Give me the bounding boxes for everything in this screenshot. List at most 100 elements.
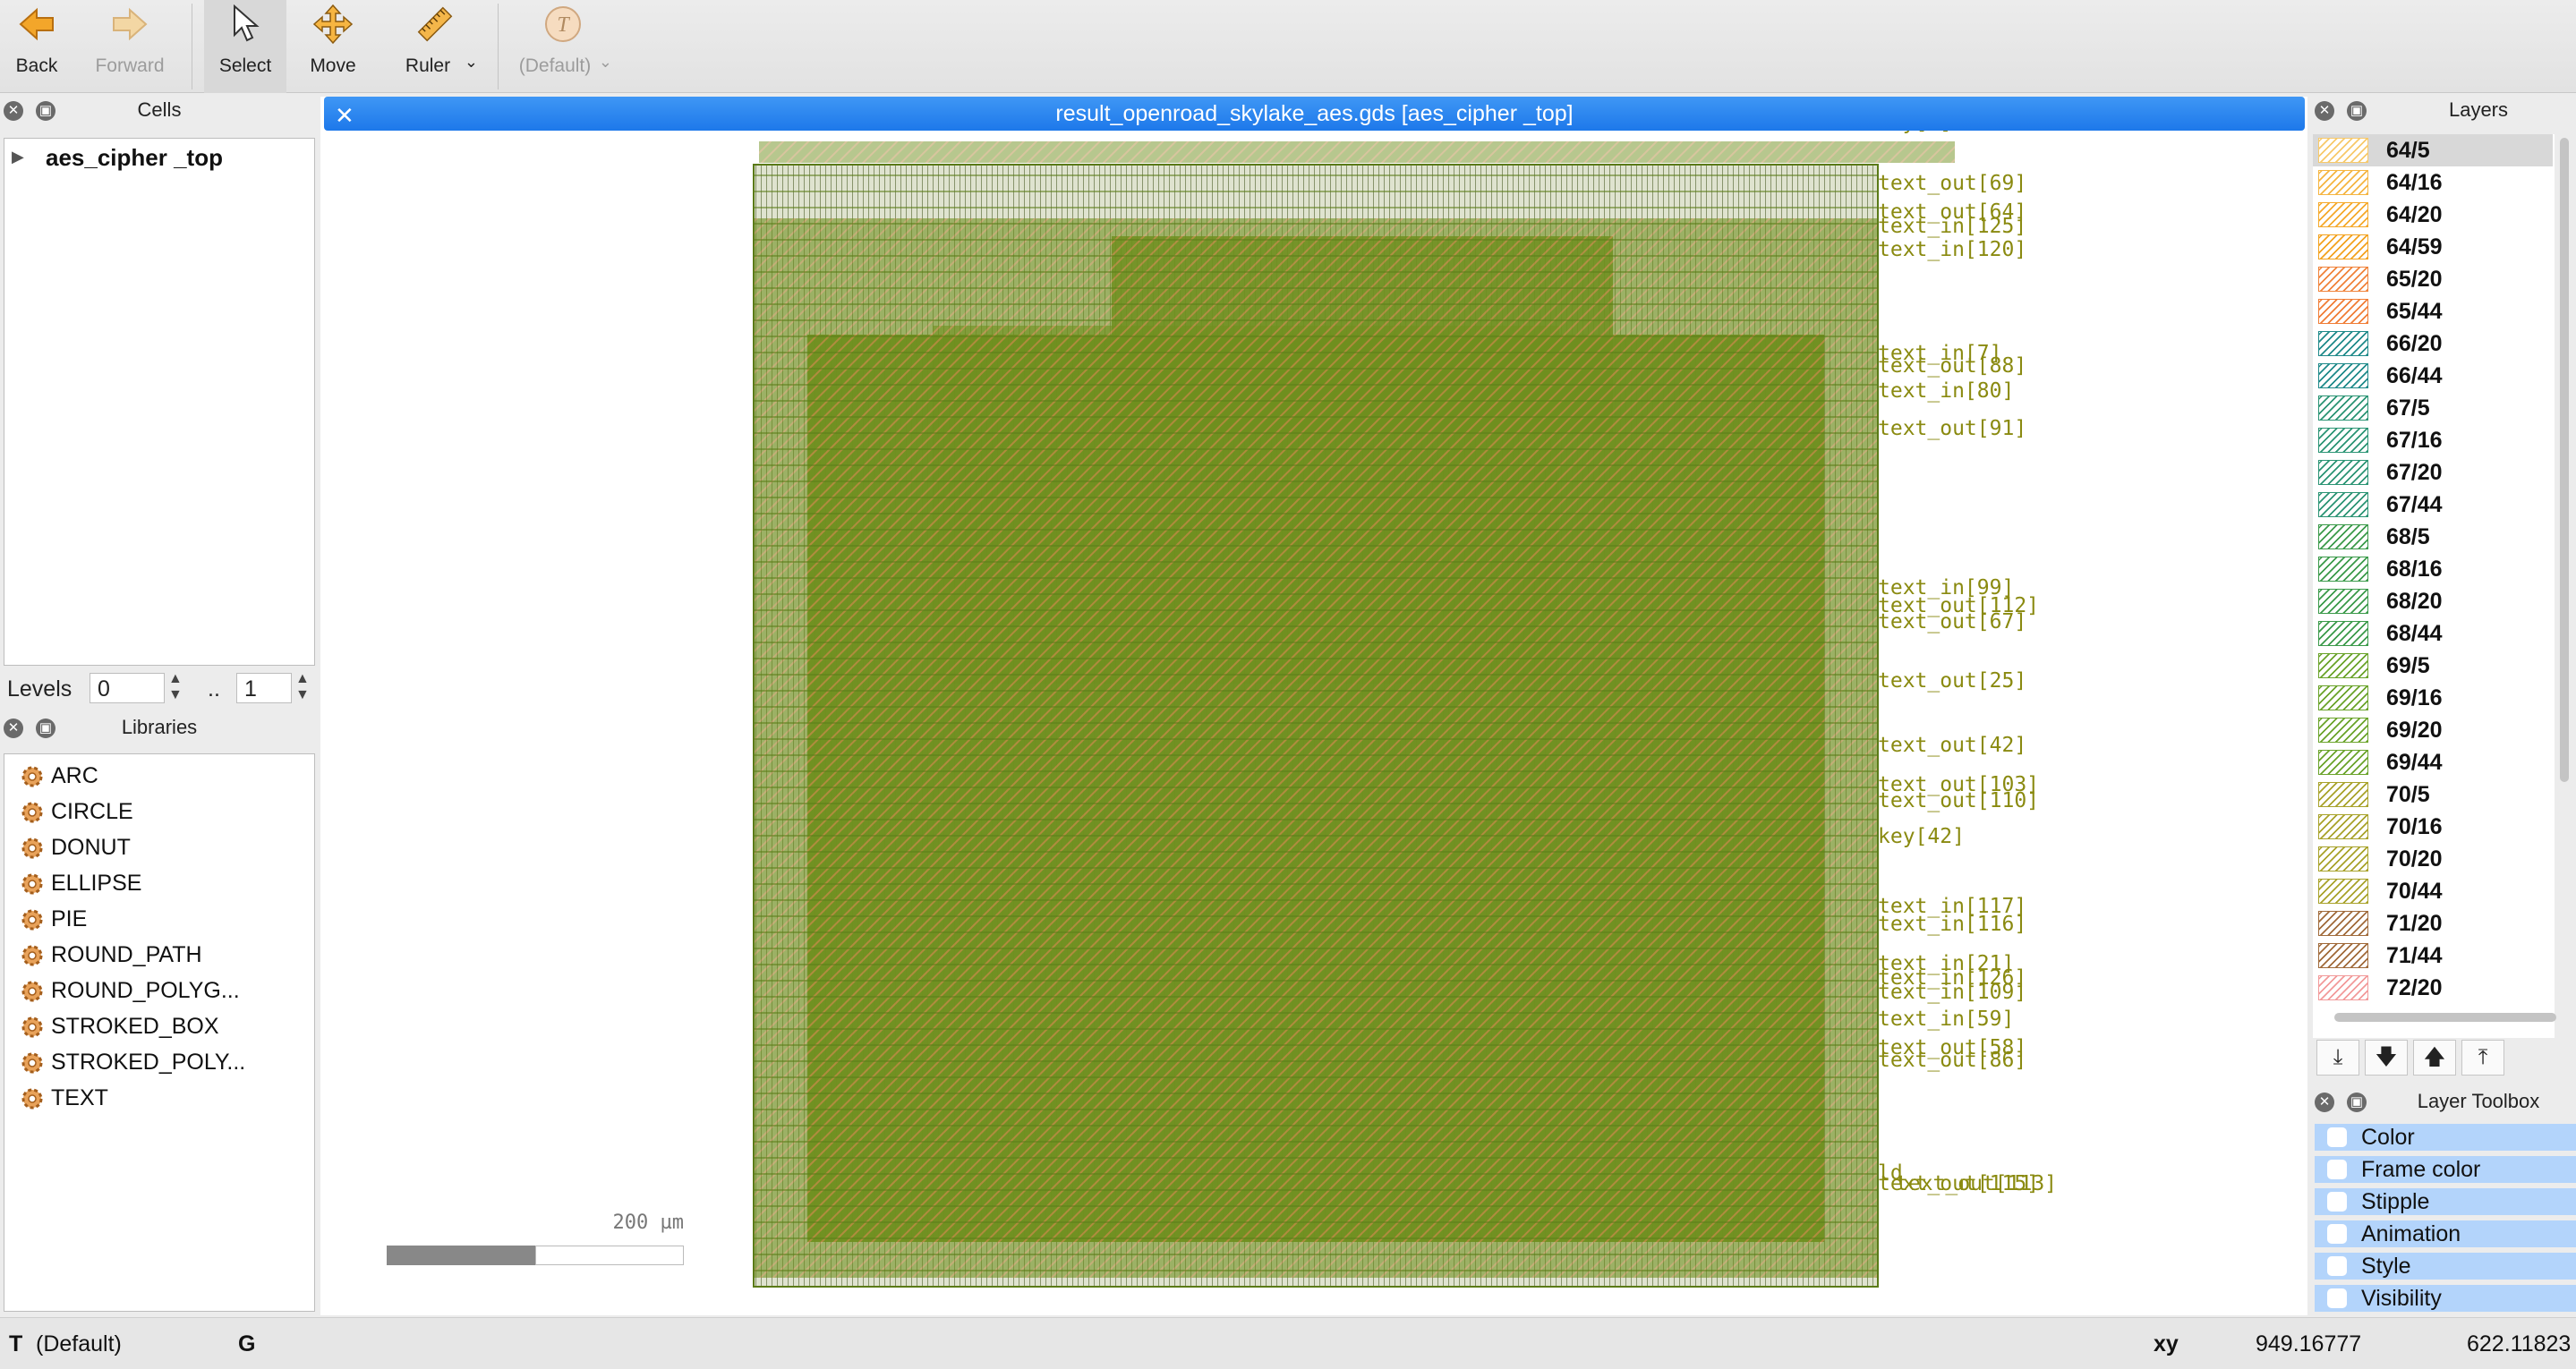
- layer-row[interactable]: 64/20: [2313, 199, 2553, 231]
- move-up-button[interactable]: 🡅: [2413, 1040, 2456, 1076]
- layer-row[interactable]: 68/5: [2313, 521, 2553, 553]
- move-to-top-button[interactable]: ⤒: [2461, 1040, 2504, 1076]
- layer-row[interactable]: 66/44: [2313, 360, 2553, 392]
- layer-row[interactable]: 67/44: [2313, 489, 2553, 521]
- move-arrows-icon: [312, 4, 354, 45]
- pin-label: text_out[88]: [1878, 354, 2027, 378]
- layer-swatch: [2318, 202, 2368, 227]
- toolbox-row[interactable]: Color: [2315, 1124, 2576, 1152]
- library-item[interactable]: TEXT: [21, 1080, 108, 1116]
- layer-row[interactable]: 69/20: [2313, 714, 2553, 746]
- layer-row[interactable]: 67/20: [2313, 456, 2553, 489]
- layer-row[interactable]: 69/16: [2313, 682, 2553, 714]
- ruler-tool-button[interactable]: Ruler ⌄: [394, 0, 478, 93]
- library-item[interactable]: ROUND_POLYG...: [21, 973, 240, 1008]
- library-item[interactable]: STROKED_POLY...: [21, 1044, 245, 1080]
- library-item[interactable]: ELLIPSE: [21, 865, 141, 901]
- scrollbar-thumb[interactable]: [2560, 138, 2569, 782]
- layer-row[interactable]: 71/20: [2313, 907, 2553, 940]
- library-list[interactable]: ARC CIRCLE DONUT ELLIPSE PIE ROUND_PATH ROUND_…: [4, 753, 315, 1312]
- layout-canvas[interactable]: key[8]text_out[69]text_out[64]text_in[12…: [320, 97, 2307, 1315]
- library-item-label: DONUT: [51, 834, 131, 860]
- layer-row[interactable]: 65/44: [2313, 295, 2553, 327]
- library-item[interactable]: PIE: [21, 901, 88, 937]
- back-button[interactable]: Back: [9, 0, 64, 93]
- layer-row[interactable]: 64/59: [2313, 231, 2553, 263]
- checkbox[interactable]: [2327, 1256, 2347, 1276]
- layer-row[interactable]: 71/44: [2313, 940, 2553, 972]
- float-panel-icon[interactable]: ▣: [2347, 101, 2367, 121]
- layer-row[interactable]: 70/16: [2313, 811, 2553, 843]
- pin-label: text_in[120]: [1878, 238, 2027, 261]
- library-item[interactable]: CIRCLE: [21, 794, 133, 829]
- checkbox[interactable]: [2327, 1127, 2347, 1147]
- layer-row[interactable]: 69/44: [2313, 746, 2553, 778]
- toolbox-row[interactable]: Visibility: [2315, 1285, 2576, 1314]
- select-tool-button[interactable]: Select: [204, 0, 286, 93]
- cell-tree-item[interactable]: aes_cipher _top: [46, 144, 223, 172]
- layer-row[interactable]: 68/44: [2313, 617, 2553, 650]
- library-item[interactable]: ARC: [21, 758, 98, 794]
- spin-arrows-icon[interactable]: ▲ ▼: [168, 671, 183, 703]
- chevron-down-icon[interactable]: ⌄: [599, 53, 612, 72]
- layer-row[interactable]: 67/16: [2313, 424, 2553, 456]
- scale-bar-dark: [387, 1246, 535, 1265]
- layer-row[interactable]: 65/20: [2313, 263, 2553, 295]
- layer-row[interactable]: 68/16: [2313, 553, 2553, 585]
- forward-label: Forward: [95, 55, 165, 76]
- checkbox[interactable]: [2327, 1192, 2347, 1212]
- layer-row[interactable]: 64/16: [2313, 166, 2553, 199]
- layer-row[interactable]: 70/5: [2313, 778, 2553, 811]
- layer-name: 70/16: [2386, 813, 2443, 839]
- close-icon[interactable]: ✕: [2315, 101, 2334, 121]
- layer-list[interactable]: 64/5 64/16 64/20 64/59 65/20 65/44 66/20 66/44 6…: [2313, 134, 2555, 1038]
- close-tab-icon[interactable]: ✕: [335, 102, 354, 130]
- layer-row[interactable]: 70/44: [2313, 875, 2553, 907]
- layer-name: 70/5: [2386, 781, 2430, 807]
- layer-name: 68/44: [2386, 620, 2443, 646]
- gear-icon: [21, 944, 44, 967]
- layer-swatch: [2318, 492, 2368, 517]
- spin-arrows-icon[interactable]: ▲ ▼: [295, 671, 310, 703]
- move-down-button[interactable]: 🡇: [2365, 1040, 2408, 1076]
- pin-label: text_out[67]: [1878, 610, 2027, 633]
- library-item[interactable]: ROUND_PATH: [21, 937, 202, 973]
- checkbox[interactable]: [2327, 1160, 2347, 1179]
- layer-row[interactable]: 70/20: [2313, 843, 2553, 875]
- layer-row[interactable]: 72/20: [2313, 972, 2553, 1004]
- layer-name: 69/16: [2386, 684, 2443, 710]
- toolbox-row[interactable]: Animation: [2315, 1220, 2576, 1249]
- text-style-button[interactable]: T (Default) ⌄: [514, 0, 612, 93]
- layer-name: 65/44: [2386, 298, 2443, 324]
- layer-row[interactable]: 67/5: [2313, 392, 2553, 424]
- toolbox-row[interactable]: Frame color: [2315, 1156, 2576, 1185]
- expand-arrow-icon[interactable]: ▶: [12, 148, 24, 166]
- document-tab[interactable]: ✕ result_openroad_skylake_aes.gds [aes_c…: [324, 97, 2305, 131]
- levels-from-input[interactable]: 0: [90, 673, 165, 703]
- chevron-down-icon[interactable]: ⌄: [465, 53, 478, 72]
- gear-icon: [21, 872, 44, 896]
- layer-list-scrollbar[interactable]: [2558, 138, 2571, 1049]
- layer-row[interactable]: 68/20: [2313, 585, 2553, 617]
- toolbox-row[interactable]: Style: [2315, 1253, 2576, 1281]
- close-icon[interactable]: ✕: [2315, 1093, 2334, 1112]
- forward-button[interactable]: Forward: [93, 0, 166, 93]
- library-item[interactable]: STROKED_BOX: [21, 1008, 219, 1044]
- layer-row[interactable]: 64/5: [2313, 134, 2553, 166]
- layer-row[interactable]: 69/5: [2313, 650, 2553, 682]
- checkbox[interactable]: [2327, 1288, 2347, 1308]
- cell-tree[interactable]: ▶ aes_cipher _top: [4, 138, 315, 666]
- move-label: Move: [310, 55, 356, 76]
- text-style-label: (Default): [518, 55, 592, 76]
- float-panel-icon[interactable]: ▣: [2347, 1093, 2367, 1112]
- move-tool-button[interactable]: Move: [297, 0, 369, 93]
- layer-row[interactable]: 66/20: [2313, 327, 2553, 360]
- layer-name: 69/5: [2386, 652, 2430, 678]
- library-item[interactable]: DONUT: [21, 829, 131, 865]
- toolbox-row[interactable]: Stipple: [2315, 1188, 2576, 1217]
- checkbox[interactable]: [2327, 1224, 2347, 1244]
- horizontal-scrollbar[interactable]: [2334, 1013, 2556, 1022]
- library-item-label: PIE: [51, 906, 88, 931]
- move-to-bottom-button[interactable]: ⤓: [2316, 1040, 2359, 1076]
- levels-to-input[interactable]: 1: [236, 673, 292, 703]
